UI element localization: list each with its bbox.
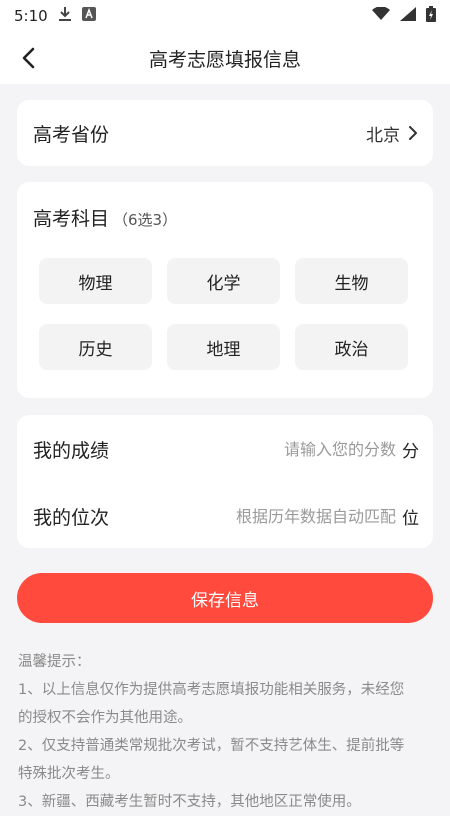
- back-chevron-icon: [22, 47, 35, 69]
- subjects-hint: （6选3）: [113, 211, 178, 229]
- status-bar: 5:10: [0, 0, 450, 32]
- battery-icon: [426, 6, 436, 26]
- tips-title: 温馨提示：: [18, 654, 91, 670]
- tip-line: 的授权不会作为其他用途。: [18, 710, 192, 726]
- subjects-title: 高考科目 （6选3）: [33, 204, 177, 231]
- province-selector[interactable]: 北京: [366, 121, 417, 146]
- tip-line: 3、新疆、西藏考生暂时不支持，其他地区正常使用。: [18, 794, 361, 810]
- tips-section: 温馨提示： 1、以上信息仅作为提供高考志愿填报功能相关服务，未经您 的授权不会作…: [18, 648, 432, 816]
- score-label: 我的成绩: [33, 439, 110, 462]
- rank-row: 我的位次 位: [33, 496, 419, 536]
- download-icon: [58, 6, 72, 26]
- score-row: 我的成绩 分: [33, 429, 419, 469]
- save-button[interactable]: 保存信息: [17, 573, 433, 623]
- wifi-icon: [372, 6, 390, 25]
- back-button[interactable]: [12, 42, 44, 74]
- status-time: 5:10: [14, 7, 48, 25]
- subject-grid: 物理 化学 生物 历史 地理 政治: [39, 258, 409, 370]
- subject-option-biology[interactable]: 生物: [295, 258, 408, 304]
- a-badge-icon: [81, 7, 96, 25]
- rank-input: [196, 506, 396, 526]
- score-unit: 分: [402, 441, 419, 462]
- signal-icon: [400, 7, 416, 25]
- rank-unit: 位: [402, 508, 419, 529]
- subject-option-history[interactable]: 历史: [39, 324, 152, 370]
- tip-line: 特殊批次考生。: [18, 766, 120, 782]
- subject-option-physics[interactable]: 物理: [39, 258, 152, 304]
- nav-bar: 高考志愿填报信息: [0, 32, 450, 84]
- score-card: 我的成绩 分 我的位次 位: [17, 415, 433, 548]
- province-value: 北京: [366, 125, 400, 146]
- page-title: 高考志愿填报信息: [148, 48, 301, 71]
- subject-option-politics[interactable]: 政治: [295, 324, 408, 370]
- tip-line: 2、仅支持普通类常规批次考试，暂不支持艺体生、提前批等: [18, 738, 405, 754]
- tip-line: 1、以上信息仅作为提供高考志愿填报功能相关服务，未经您: [18, 682, 405, 698]
- score-input[interactable]: [196, 439, 396, 459]
- province-card[interactable]: 高考省份 北京: [17, 100, 433, 166]
- province-label: 高考省份: [33, 123, 110, 146]
- subjects-label: 高考科目: [33, 208, 110, 230]
- subject-option-geography[interactable]: 地理: [167, 324, 280, 370]
- subject-option-chemistry[interactable]: 化学: [167, 258, 280, 304]
- subjects-card: 高考科目 （6选3） 物理 化学 生物 历史 地理 政治: [17, 182, 433, 398]
- rank-label: 我的位次: [33, 506, 110, 529]
- chevron-right-icon: [409, 126, 417, 140]
